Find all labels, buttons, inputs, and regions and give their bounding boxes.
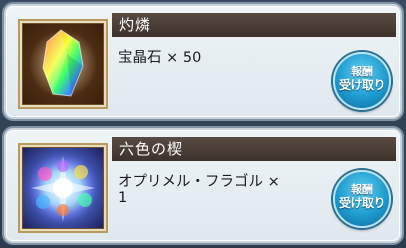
six-color-wedge-icon bbox=[22, 147, 104, 229]
item-title: 灼燐 bbox=[112, 13, 396, 37]
item-description: オプリメル・フラゴル × 1 bbox=[118, 174, 280, 206]
item-description: 宝晶石 × 50 bbox=[118, 50, 202, 66]
claim-button-line2: 受け取り bbox=[338, 78, 386, 92]
item-thumbnail-frame bbox=[18, 143, 108, 233]
reward-list: 灼燐 宝晶石 × 50 報酬 受け取り 六色の楔 オプリメル・フラゴル × 1 … bbox=[0, 0, 406, 248]
rainbow-crystal-icon bbox=[22, 23, 104, 105]
claim-reward-button[interactable]: 報酬 受け取り bbox=[333, 170, 391, 228]
claim-reward-button[interactable]: 報酬 受け取り bbox=[333, 52, 391, 110]
item-thumbnail-frame bbox=[18, 19, 108, 109]
claim-button-line1: 報酬 bbox=[351, 65, 373, 78]
reward-card: 六色の楔 オプリメル・フラゴル × 1 報酬 受け取り bbox=[4, 128, 402, 243]
reward-card: 灼燐 宝晶石 × 50 報酬 受け取り bbox=[4, 4, 402, 119]
claim-button-line2: 受け取り bbox=[338, 196, 386, 210]
item-title: 六色の楔 bbox=[112, 137, 396, 161]
claim-button-line1: 報酬 bbox=[351, 183, 373, 196]
